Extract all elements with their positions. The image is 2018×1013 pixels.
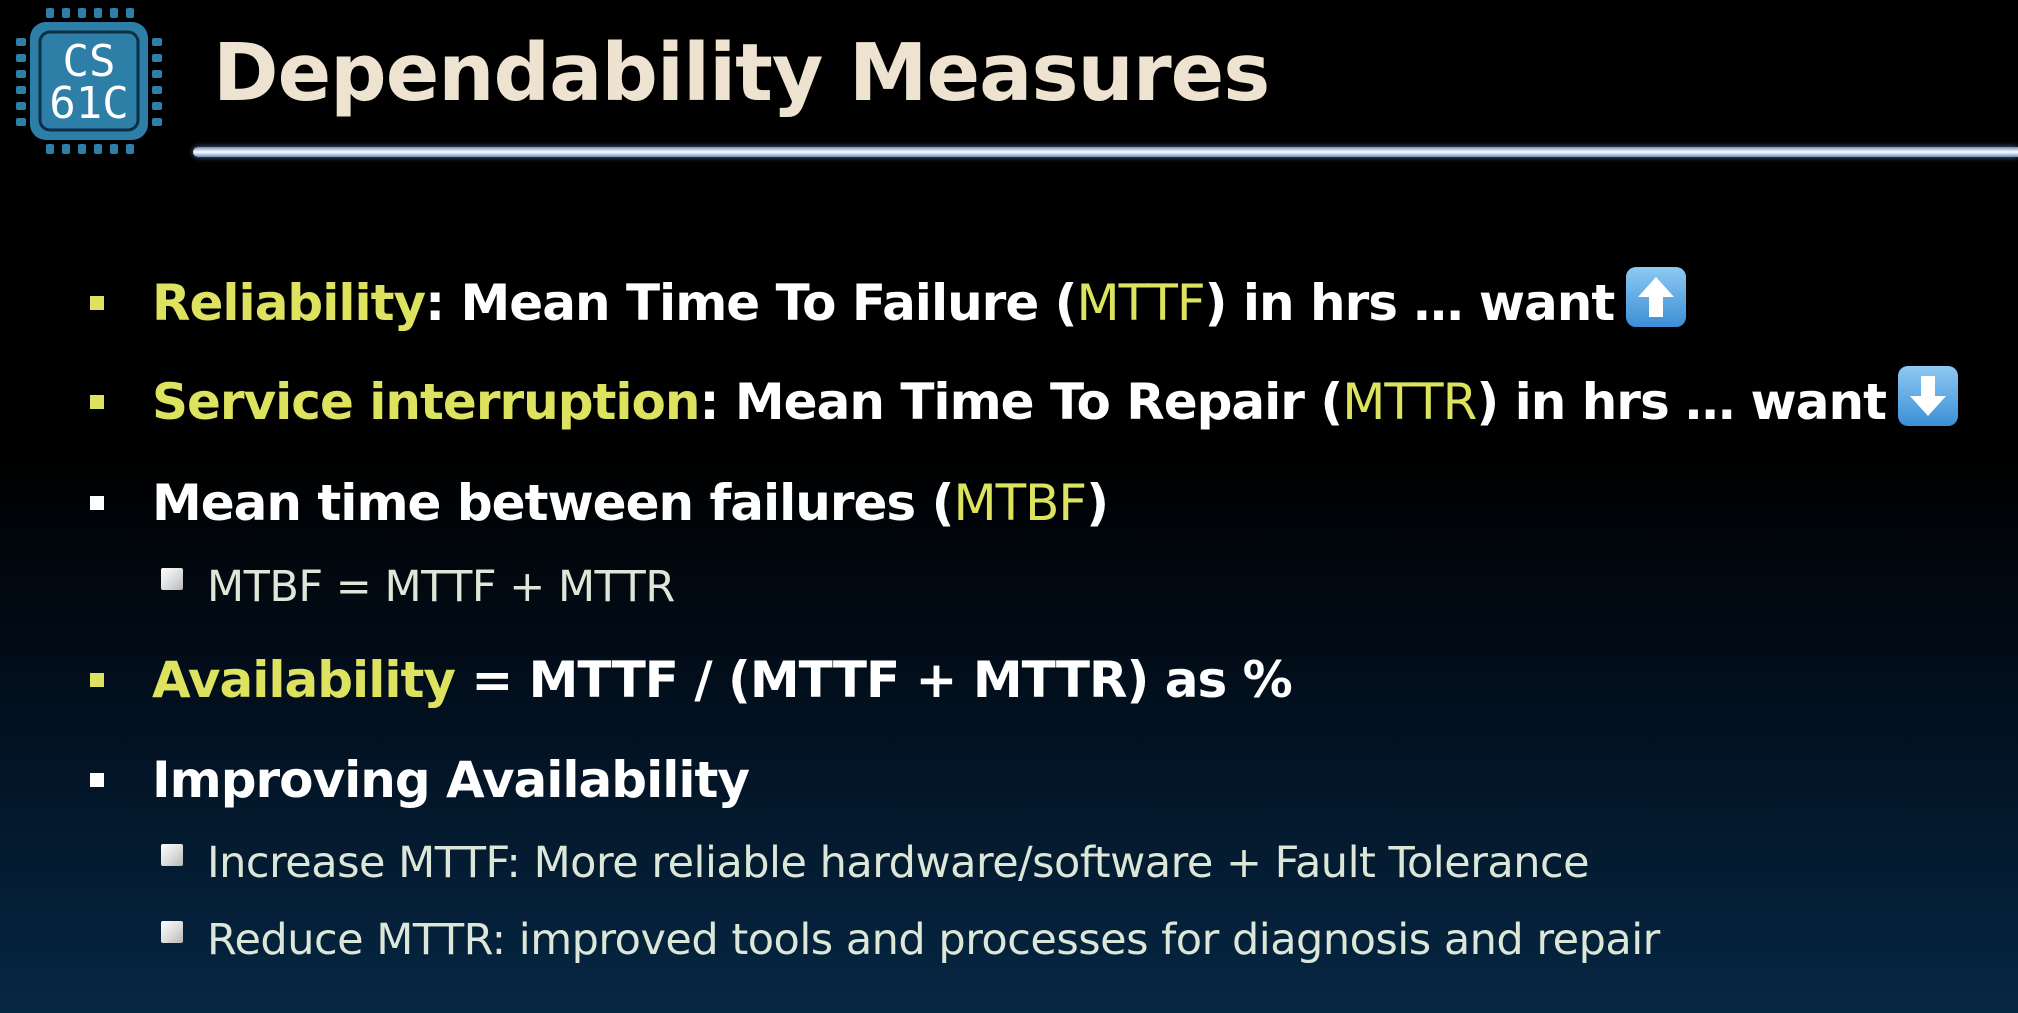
improving-availability-text: Improving Availability — [152, 751, 750, 809]
logo-text-bottom: 61C — [49, 78, 128, 129]
mtbf-formula: MTBF = MTTF + MTTR — [207, 562, 675, 612]
sub-bullet-marker — [161, 568, 183, 590]
reliability-text-a: : Mean Time To Failure ( — [425, 274, 1077, 332]
increase-mttf-text: Increase MTTF: More reliable hardware/so… — [207, 838, 1590, 888]
slide-title: Dependability Measures — [213, 27, 1270, 119]
bullet-mtbf: Mean time between failures (MTBF) — [90, 468, 1109, 538]
abbr-mtbf: MTBF — [953, 474, 1087, 532]
bullet-marker — [90, 296, 104, 310]
service-text-b: ) in hrs … want — [1476, 373, 1887, 431]
term-availability: Availability — [152, 651, 456, 709]
bullet-improving-availability: Improving Availability — [90, 745, 750, 815]
up-arrow-icon — [1624, 265, 1688, 329]
bullet-service-interruption: Service interruption: Mean Time To Repai… — [90, 364, 1960, 437]
service-text-a: : Mean Time To Repair ( — [699, 373, 1344, 431]
term-service-interruption: Service interruption — [152, 373, 701, 431]
term-reliability: Reliability — [152, 274, 426, 332]
down-arrow-icon — [1896, 364, 1960, 428]
sub-bullet-increase-mttf: Increase MTTF: More reliable hardware/so… — [161, 833, 1590, 893]
bullet-marker — [90, 673, 104, 687]
reduce-mttr-text: Reduce MTTR: improved tools and processe… — [207, 915, 1660, 965]
mtbf-text-a: Mean time between failures ( — [152, 474, 954, 532]
bullet-marker — [90, 395, 104, 409]
sub-bullet-mtbf-formula: MTBF = MTTF + MTTR — [161, 557, 675, 617]
sub-bullet-marker — [161, 844, 183, 866]
bullet-reliability: Reliability: Mean Time To Failure (MTTF)… — [90, 265, 1688, 338]
cs61c-logo: CS 61C — [14, 6, 164, 156]
abbr-mttr: MTTR — [1342, 373, 1477, 431]
bullet-marker — [90, 496, 104, 510]
bullet-marker — [90, 773, 104, 787]
abbr-mttf: MTTF — [1076, 274, 1206, 332]
title-underline — [193, 147, 2018, 157]
bullet-availability: Availability = MTTF / (MTTF + MTTR) as % — [90, 645, 1293, 715]
availability-formula: = MTTF / (MTTF + MTTR) as % — [454, 651, 1292, 709]
sub-bullet-marker — [161, 921, 183, 943]
mtbf-text-b: ) — [1086, 474, 1109, 532]
sub-bullet-reduce-mttr: Reduce MTTR: improved tools and processe… — [161, 910, 1660, 970]
reliability-text-b: ) in hrs … want — [1204, 274, 1616, 332]
